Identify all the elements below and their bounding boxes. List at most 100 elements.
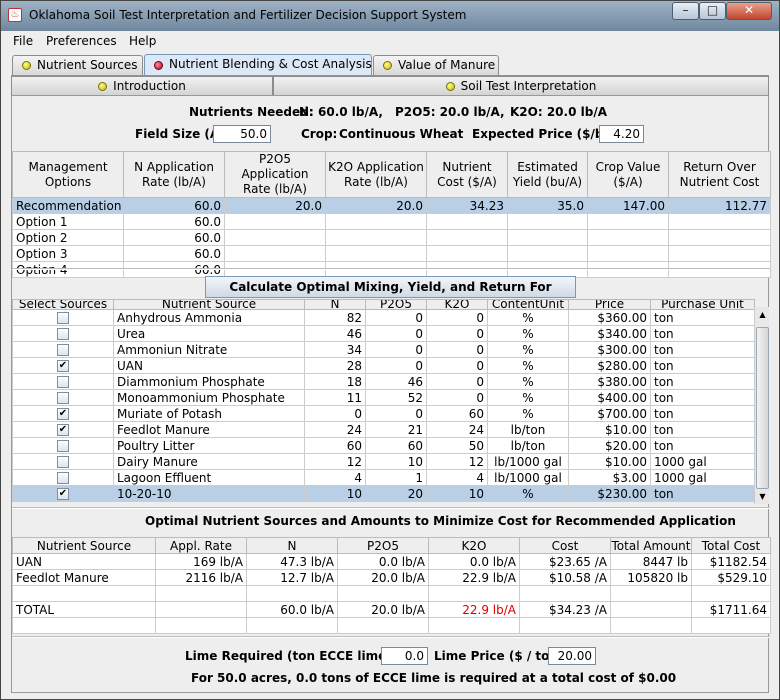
source-cell[interactable]: $700.00 [568,405,651,422]
option-cell[interactable] [668,229,771,246]
source-cell[interactable]: 28 [304,357,366,374]
column-header[interactable]: K2O [426,299,488,310]
column-header[interactable]: Nutrient Source [113,299,305,310]
select-cell[interactable] [12,453,114,470]
close-button[interactable]: ✕ [726,2,772,20]
option-cell[interactable] [224,229,326,246]
source-cell[interactable]: lb/ton [487,437,569,454]
option-cell[interactable] [587,213,669,230]
source-cell[interactable]: lb/1000 gal [487,469,569,486]
option-cell[interactable]: 147.00 [587,197,669,214]
source-cell[interactable]: $400.00 [568,389,651,406]
option-cell[interactable] [426,229,508,246]
source-cell[interactable]: $10.00 [568,421,651,438]
source-checkbox[interactable] [57,344,69,356]
source-cell[interactable]: $300.00 [568,341,651,358]
source-checkbox[interactable] [57,328,69,340]
source-row[interactable]: Anhydrous Ammonia 82 0 0% $360.00 ton [12,309,755,326]
tab-introduction[interactable]: Introduction [11,76,273,96]
source-cell[interactable]: 10-20-10 [113,485,305,502]
source-cell[interactable]: 0 [365,341,427,358]
source-cell[interactable]: $280.00 [568,357,651,374]
source-checkbox[interactable] [57,472,69,484]
title-bar[interactable]: ♨ Oklahoma Soil Test Interpretation and … [1,1,779,31]
source-row[interactable]: Urea 46 0 0% $340.00 ton [12,325,755,342]
source-checkbox[interactable]: ✔ [57,360,69,372]
source-cell[interactable]: 11 [304,389,366,406]
lime-required-input[interactable]: 0.0 [381,647,428,665]
select-cell[interactable] [12,389,114,406]
source-cell[interactable]: Ammoniun Nitrate [113,341,305,358]
select-cell[interactable] [12,309,114,326]
option-row[interactable]: Option 1 60.0 [12,213,771,230]
column-header[interactable]: Management Options [12,151,124,198]
source-cell[interactable]: $360.00 [568,309,651,326]
source-cell[interactable]: 1 [365,469,427,486]
source-cell[interactable]: 0 [426,309,488,326]
source-cell[interactable]: $20.00 [568,437,651,454]
source-cell[interactable]: 10 [426,485,488,502]
option-cell[interactable] [224,245,326,262]
column-header[interactable]: Price [568,299,651,310]
column-header[interactable]: N Application Rate (lb/A) [123,151,225,198]
source-cell[interactable]: UAN [113,357,305,374]
option-cell[interactable]: 60.0 [123,229,225,246]
option-cell[interactable] [507,213,588,230]
option-cell[interactable]: 20.0 [224,197,326,214]
source-row[interactable]: Ammoniun Nitrate 34 0 0% $300.00 ton [12,341,755,358]
source-cell[interactable]: ton [650,309,755,326]
select-cell[interactable] [12,325,114,342]
column-header[interactable]: Return Over Nutrient Cost [668,151,771,198]
source-row[interactable]: ✔ UAN 28 0 0% $280.00 ton [12,357,755,374]
source-cell[interactable]: $10.00 [568,453,651,470]
option-cell[interactable] [668,213,771,230]
source-cell[interactable]: 24 [426,421,488,438]
scroll-down-arrow-icon[interactable]: ▼ [755,489,770,504]
column-header[interactable]: Estimated Yield (bu/A) [507,151,588,198]
scroll-thumb[interactable] [756,327,769,489]
source-cell[interactable]: $230.00 [568,485,651,502]
source-cell[interactable]: 0 [365,325,427,342]
source-cell[interactable]: $380.00 [568,373,651,390]
source-cell[interactable]: ton [650,357,755,374]
source-cell[interactable]: 52 [365,389,427,406]
source-cell[interactable]: 0 [365,405,427,422]
source-cell[interactable]: Feedlot Manure [113,421,305,438]
source-checkbox[interactable] [57,376,69,388]
column-header[interactable]: P2O5 Application Rate (lb/A) [224,151,326,198]
expected-price-input[interactable]: 4.20 [599,125,644,143]
source-cell[interactable]: ton [650,421,755,438]
tab-value-of-manure[interactable]: Value of Manure [373,55,499,75]
option-cell[interactable] [507,229,588,246]
source-cell[interactable]: ton [650,437,755,454]
source-cell[interactable]: % [487,389,569,406]
source-cell[interactable]: ton [650,325,755,342]
option-cell[interactable] [426,213,508,230]
source-cell[interactable]: 0 [365,309,427,326]
source-cell[interactable]: lb/ton [487,421,569,438]
option-row[interactable]: Option 3 60.0 [12,245,771,262]
source-row[interactable]: Poultry Litter 60 60 50 lb/ton $20.00 ton [12,437,755,454]
select-cell[interactable]: ✔ [12,357,114,374]
source-cell[interactable]: 4 [426,469,488,486]
source-cell[interactable]: 0 [426,325,488,342]
option-cell[interactable] [587,245,669,262]
field-size-input[interactable]: 50.0 [213,125,271,143]
source-cell[interactable]: Monoammonium Phosphate [113,389,305,406]
option-cell[interactable]: 112.77 [668,197,771,214]
source-cell[interactable]: 20 [365,485,427,502]
source-cell[interactable]: 1000 gal [650,469,755,486]
column-header[interactable]: Crop Value ($/A) [587,151,669,198]
column-header[interactable]: ContentUnit [487,299,569,310]
source-row[interactable]: Dairy Manure 12 10 12 lb/1000 gal $10.00 1000 … [12,453,755,470]
select-cell[interactable]: ✔ [12,485,114,502]
option-cell[interactable] [668,245,771,262]
source-row[interactable]: Monoammonium Phosphate 11 52 0% $400.00 ton [12,389,755,406]
tab-soil-test-interpretation[interactable]: Soil Test Interpretation [273,76,769,96]
source-row[interactable]: ✔ 10-20-10 10 20 10% $230.00 ton [12,485,755,502]
source-row[interactable]: ✔ Muriate of Potash 0 0 60% $700.00 ton [12,405,755,422]
source-cell[interactable]: 18 [304,373,366,390]
source-cell[interactable]: 60 [365,437,427,454]
source-cell[interactable]: ton [650,405,755,422]
source-cell[interactable]: Urea [113,325,305,342]
